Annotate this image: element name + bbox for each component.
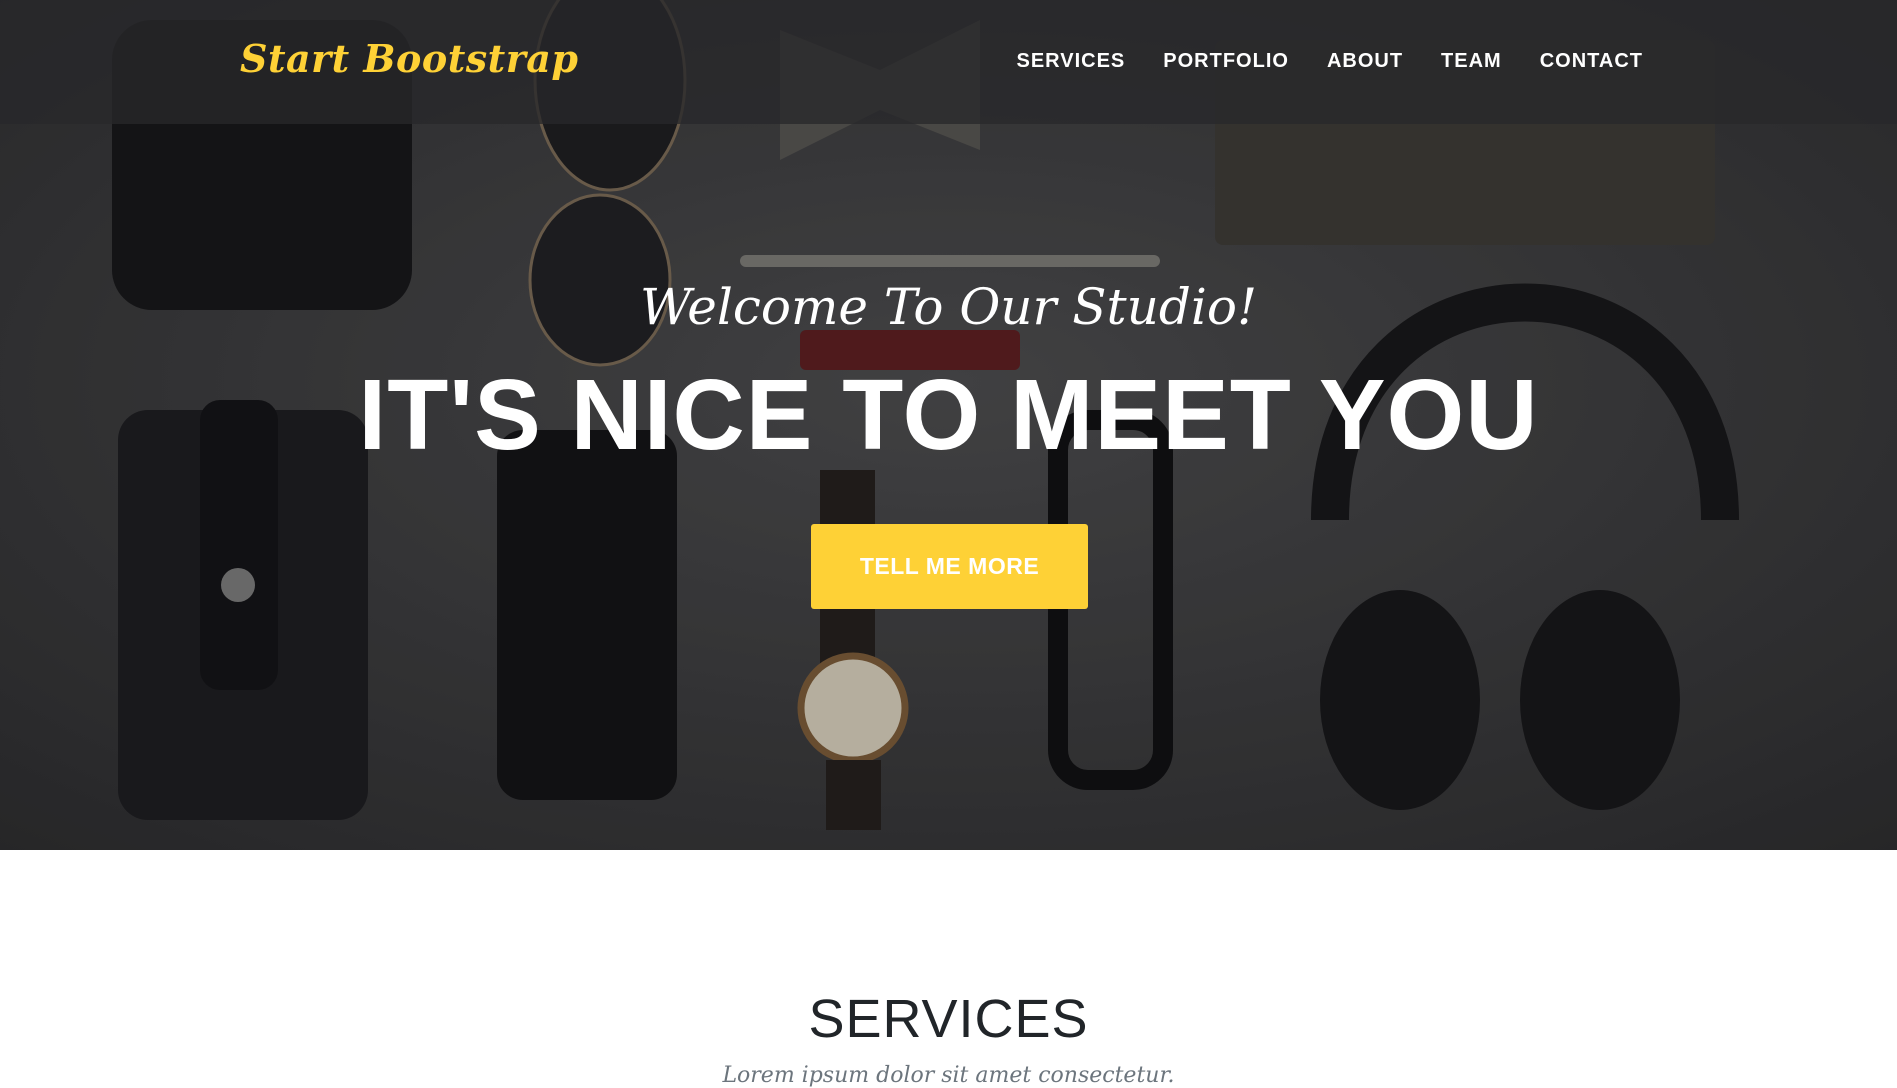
hero-lead-text: Welcome To Our Studio!	[639, 278, 1258, 336]
nav-link-about[interactable]: About	[1327, 50, 1403, 73]
nav-links: Services Portfolio About Team Contact	[1016, 50, 1643, 73]
top-navbar: Start Bootstrap Services Portfolio About…	[0, 0, 1897, 124]
nav-link-contact[interactable]: Contact	[1540, 50, 1643, 73]
nav-link-team[interactable]: Team	[1441, 50, 1502, 73]
tell-me-more-button[interactable]: Tell Me More	[811, 524, 1088, 609]
hero-heading: It's Nice To Meet You	[358, 359, 1539, 471]
brand-logo[interactable]: Start Bootstrap	[240, 36, 578, 81]
services-subheading: Lorem ipsum dolor sit amet consectetur.	[722, 1063, 1175, 1088]
hero-section: Start Bootstrap Services Portfolio About…	[0, 0, 1897, 850]
nav-link-portfolio[interactable]: Portfolio	[1163, 50, 1289, 73]
services-heading: Services	[808, 989, 1089, 1049]
nav-link-services[interactable]: Services	[1016, 50, 1125, 73]
